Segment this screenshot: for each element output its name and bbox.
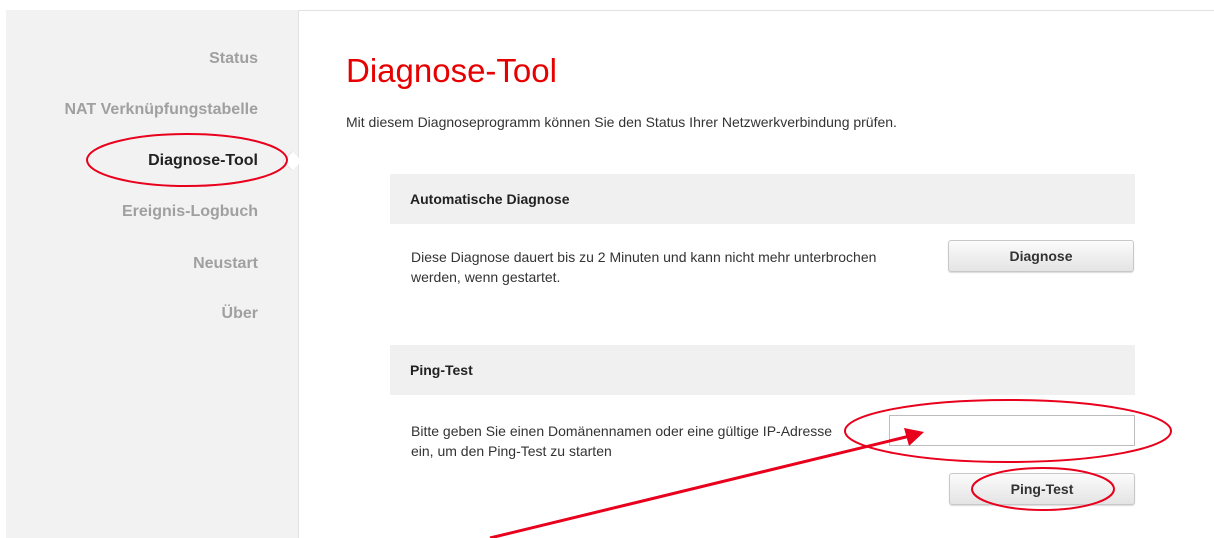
sidebar: Status NAT Verknüpfungstabelle Diagnose-… [6, 10, 298, 538]
sidebar-item-status[interactable]: Status [209, 50, 258, 68]
page: Status NAT Verknüpfungstabelle Diagnose-… [0, 0, 1214, 538]
sidebar-item-restart[interactable]: Neustart [193, 255, 258, 273]
auto-diagnosis-text: Diese Diagnose dauert bis zu 2 Minuten u… [411, 249, 877, 285]
ping-address-input[interactable] [889, 415, 1135, 446]
sidebar-item-event-log[interactable]: Ereignis-Logbuch [122, 203, 258, 221]
auto-diagnosis-header: Automatische Diagnose [390, 174, 1135, 224]
sidebar-item-about[interactable]: Über [222, 305, 258, 323]
page-title: Diagnose-Tool [346, 52, 557, 89]
page-description: Mit diesem Diagnoseprogramm können Sie d… [346, 114, 897, 130]
sidebar-item-diagnose-tool[interactable]: Diagnose-Tool [148, 152, 258, 170]
ping-test-header: Ping-Test [390, 345, 1135, 395]
diagnose-button[interactable]: Diagnose [948, 240, 1134, 272]
sidebar-item-nat-table[interactable]: NAT Verknüpfungstabelle [64, 101, 258, 119]
ping-test-text: Bitte geben Sie einen Domänennamen oder … [411, 423, 833, 459]
ping-test-button[interactable]: Ping-Test [949, 473, 1135, 505]
